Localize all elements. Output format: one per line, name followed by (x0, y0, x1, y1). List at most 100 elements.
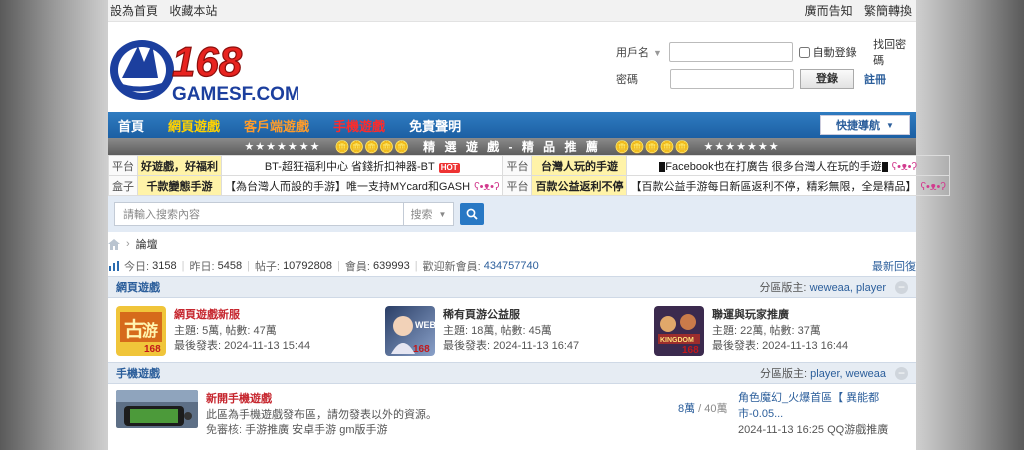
forum-name[interactable]: 新開手機遊戲 (206, 390, 437, 406)
caret-down-icon: ▼ (886, 120, 894, 130)
ad-link[interactable]: BT-超狂福利中心 省錢折扣神器-BT HOT (220, 155, 504, 176)
chevron-right-icon: › (126, 238, 130, 250)
quick-nav-button[interactable]: 快捷導航 ▼ (820, 115, 910, 135)
ad-highlight[interactable]: 好遊戲，好福利 (137, 155, 222, 176)
forgot-password-link[interactable]: 找回密碼 (873, 36, 916, 68)
forum-name[interactable]: 網頁遊戲新服 (174, 306, 310, 322)
header: 168 GAMESF.COM 用戶名 ▼ 自動登錄 找回密碼 密碼 登錄 註冊 (108, 22, 916, 112)
forum-name[interactable]: 聯運與玩家推廣 (712, 306, 848, 322)
register-link[interactable]: 註冊 (864, 71, 886, 87)
ad-highlight[interactable]: 台灣人玩的手遊 (531, 155, 628, 176)
ad-highlight[interactable]: 千款變態手游 (137, 175, 222, 196)
bookmark-link[interactable]: 收藏本站 (169, 4, 217, 18)
ad-link[interactable]: 【百款公益手游每日新區返利不停，精彩無限，全是精品】 ʕ•ᴥ•ʔ (626, 175, 950, 196)
yesterday-count: 5458 (217, 260, 243, 272)
welcome-label: 歡迎新會員: (422, 261, 481, 273)
forum-topics: 主題: 22萬, 帖數: 37萬 (712, 325, 821, 337)
svg-text:WEB: WEB (415, 320, 435, 330)
bear-icon: ʕ•ᴥ•ʔ (920, 180, 946, 193)
nav-mobile-games[interactable]: 手機遊戲 (333, 116, 385, 135)
section-title[interactable]: 手機遊戲 (116, 365, 160, 381)
last-post-meta: 2024-11-13 16:25 QQ游戲推廣 (738, 424, 889, 436)
ad-link[interactable]: 【為台灣人而設的手游】唯一支持MYcard和GASH ʕ•ᴥ•ʔ (220, 175, 504, 196)
forum-last-post: 最後發表: 2024-11-13 15:44 (174, 340, 311, 352)
coins-icon: 🪙🪙🪙🪙🪙 (614, 139, 690, 154)
nav-disclaimer[interactable]: 免責聲明 (409, 116, 461, 135)
stars-right: ★★★★★★★ (703, 141, 780, 153)
posts-count: 10792808 (283, 260, 333, 272)
stars-left: ★★★★★★★ (244, 141, 321, 153)
section-title[interactable]: 網頁遊戲 (116, 279, 160, 295)
announcement-link[interactable]: 廣而告知 (805, 4, 853, 18)
forum-item: WEB 168 稀有頁游公益服 主題: 18萬, 帖數: 45萬 最後發表: 20… (377, 306, 646, 362)
set-homepage-link[interactable]: 設為首頁 (110, 4, 158, 18)
password-input[interactable] (670, 69, 794, 89)
forum-stats: 今日: 3158 | 昨日: 5458 | 帖子: 10792808 | 會員:… (108, 256, 916, 276)
forum-counts: 8萬 / 40萬 (678, 403, 728, 415)
forum-topics: 主題: 18萬, 帖數: 45萬 (443, 325, 552, 337)
nav-client-games[interactable]: 客戶端遊戲 (244, 116, 309, 135)
forum-topics: 主題: 5萬, 帖數: 47萬 (174, 325, 277, 337)
chevron-down-icon[interactable]: ▼ (653, 48, 662, 58)
featured-banner: ★★★★★★★ 🪙🪙🪙🪙🪙 精 選 遊 戲 - 精 品 推 薦 🪙🪙🪙🪙🪙 ★★… (108, 138, 916, 155)
ad-row: 盒子 千款變態手游 【為台灣人而設的手游】唯一支持MYcard和GASH ʕ•ᴥ•… (108, 175, 950, 196)
today-count: 3158 (152, 260, 177, 272)
remember-checkbox[interactable] (798, 46, 810, 58)
login-form: 用戶名 ▼ 自動登錄 找回密碼 密碼 登錄 註冊 (616, 39, 916, 94)
banner-text: 精 選 遊 戲 - 精 品 推 薦 (423, 140, 601, 154)
search-input[interactable]: 請輸入搜索內容 (114, 202, 404, 226)
username-label: 用戶名 (616, 47, 649, 59)
forum-last-post: 最後發表: 2024-11-13 16:44 (712, 340, 849, 352)
section-moderators: 分區版主: player, weweaa (760, 368, 886, 380)
ad-category: 平台 (502, 155, 533, 176)
search-type-select[interactable]: 搜索 ▼ (404, 202, 454, 226)
login-button[interactable]: 登錄 (800, 69, 854, 89)
last-post-title[interactable]: 角色魔幻_火爆首區【 異能都市-0.05... (738, 390, 916, 422)
ad-highlight[interactable]: 百款公益返利不停 (531, 175, 628, 196)
forum-thumb-partner[interactable]: KINGDOM168 (654, 306, 704, 356)
forum-exempt: 免審核: 手游推廣 安卓手游 gm版手游 (206, 424, 388, 436)
nav-home[interactable]: 首頁 (118, 116, 144, 135)
svg-text:168: 168 (413, 344, 430, 355)
members-label: 會員: (344, 261, 370, 273)
forum-thumb-mobile-new[interactable] (116, 390, 198, 428)
coins-icon: 🪙🪙🪙🪙🪙 (334, 139, 410, 154)
posts-label: 帖子: (254, 261, 280, 273)
chart-icon (109, 261, 119, 271)
new-member-link[interactable]: 434757740 (484, 260, 539, 272)
remember-label: 自動登錄 (812, 47, 857, 59)
remember-checkbox-wrap[interactable]: 自動登錄 (798, 44, 861, 60)
breadcrumb: › 論壇 (108, 232, 916, 256)
language-toggle-link[interactable]: 繁簡轉換 (864, 4, 912, 18)
ad-category: 平台 (108, 155, 138, 176)
forum-thumb-rare-web[interactable]: WEB 168 (385, 306, 435, 356)
top-bar: 設為首頁 收藏本站 廣而告知 繁簡轉換 (108, 0, 916, 22)
forum-last-post: 角色魔幻_火爆首區【 異能都市-0.05... 2024-11-13 16:25… (738, 390, 916, 438)
ad-category: 盒子 (108, 175, 138, 196)
search-bar: 請輸入搜索內容 搜索 ▼ (108, 196, 916, 232)
breadcrumb-current[interactable]: 論壇 (136, 236, 158, 252)
redacted-block (881, 161, 888, 172)
username-input[interactable] (668, 42, 793, 62)
ad-table: 平台 好遊戲，好福利 BT-超狂福利中心 省錢折扣神器-BT HOT 平台 台灣人… (108, 155, 950, 196)
nav-web-games[interactable]: 網頁遊戲 (168, 116, 220, 135)
ad-link[interactable]: Facebook也在打廣告 很多台灣人在玩的手遊 ʕ•ᴥ•ʔ (626, 155, 950, 176)
forum-description: 此區為手機遊戲發布區，請勿發表以外的資源。 (206, 409, 437, 421)
forum-item: KINGDOM 168 聯運與玩家推廣 主題: 22萬, 帖數: 37萬 最後發表… (646, 306, 915, 362)
section-header-web-games: 網頁遊戲 分區版主: weweaa, player − (108, 276, 916, 298)
svg-text:古: 古 (124, 317, 144, 341)
search-button[interactable] (460, 203, 484, 225)
forum-thumb-web-new[interactable]: 古游 168 (116, 306, 166, 356)
yesterday-label: 昨日: (189, 261, 215, 273)
ad-category: 平台 (502, 175, 533, 196)
main-nav: 首頁 網頁遊戲 客戶端遊戲 手機遊戲 免責聲明 快捷導航 ▼ (108, 112, 916, 138)
bear-icon: ʕ•ᴥ•ʔ (474, 180, 500, 193)
forum-name[interactable]: 稀有頁游公益服 (443, 306, 579, 322)
site-logo[interactable]: 168 GAMESF.COM (108, 32, 298, 106)
latest-replies-link[interactable]: 最新回復 (872, 258, 916, 274)
svg-text:168: 168 (682, 345, 699, 356)
home-icon[interactable] (108, 238, 120, 250)
hot-badge: HOT (438, 162, 460, 173)
collapse-icon[interactable]: − (895, 367, 908, 380)
collapse-icon[interactable]: − (895, 281, 908, 294)
